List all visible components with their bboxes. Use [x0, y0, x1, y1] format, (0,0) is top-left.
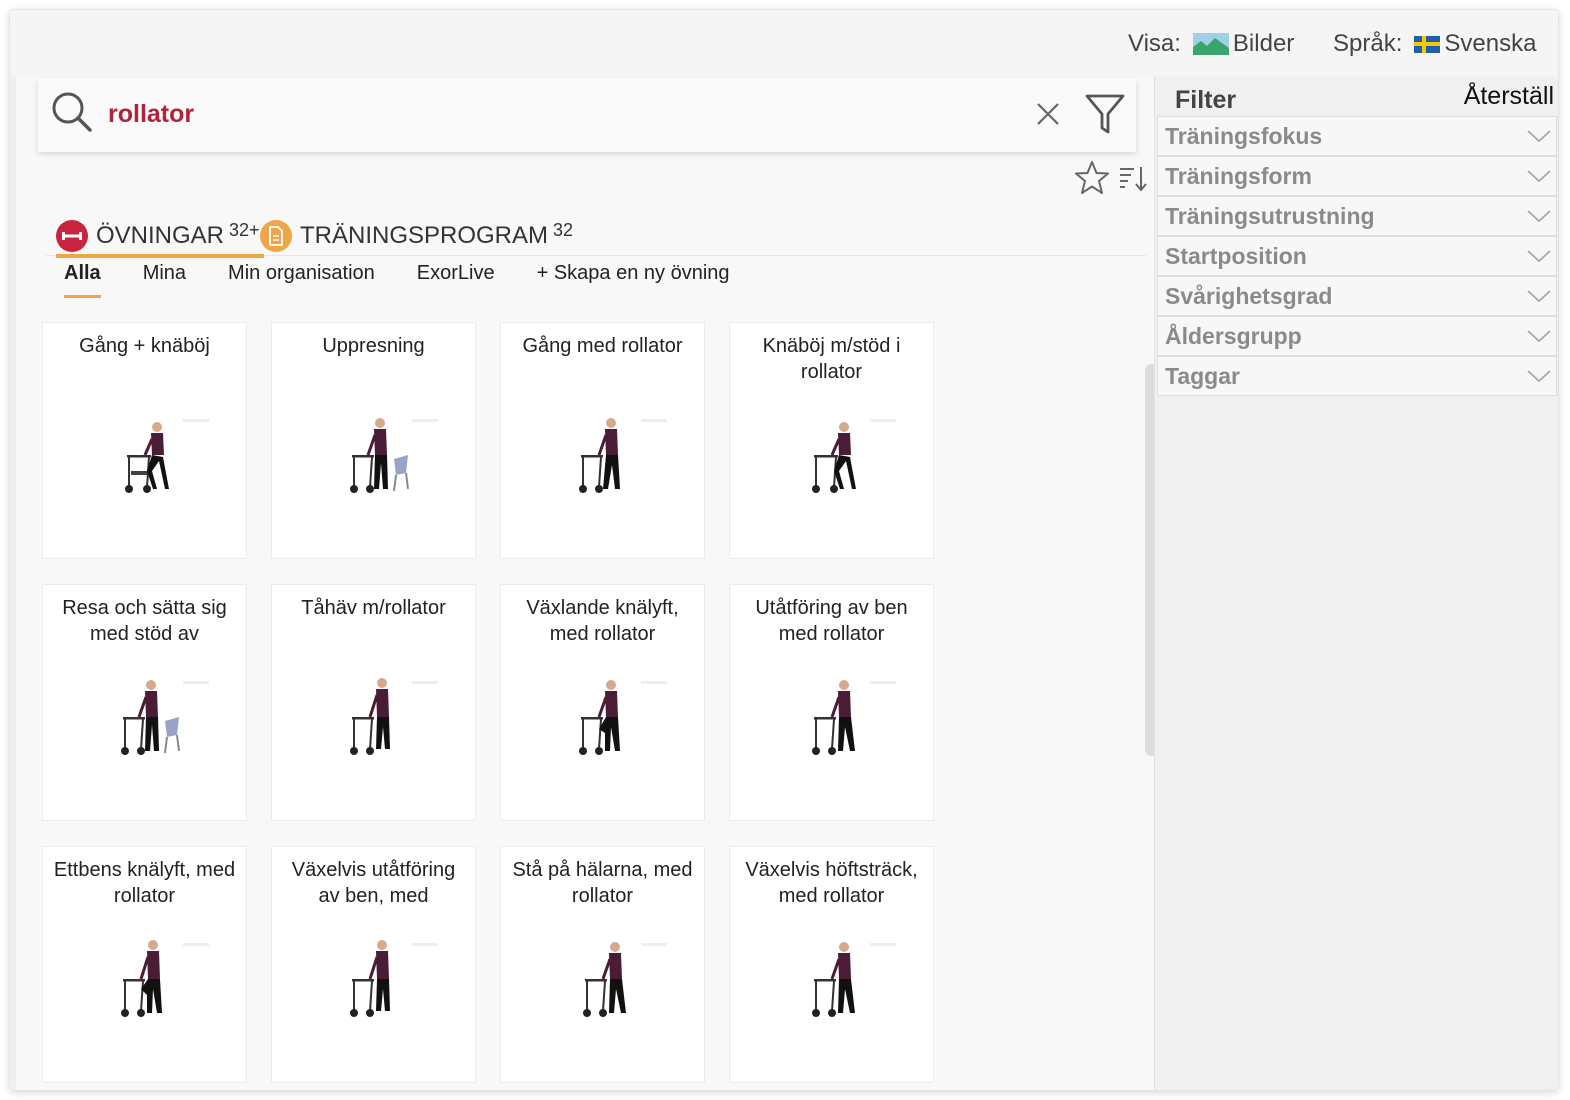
exercise-title: Växlande knälyft, med rollator	[526, 597, 679, 645]
exercise-title: Stå på hälarna, med rollator	[512, 859, 693, 907]
filter-item-label: Träningsform	[1165, 163, 1312, 189]
chevron-down-icon	[1527, 330, 1551, 343]
filter-item-aldersgrupp[interactable]: Åldersgrupp	[1157, 316, 1557, 356]
exercise-thumbnail	[121, 680, 180, 755]
subtab-min-organisation[interactable]: Min organisation	[228, 262, 375, 296]
search-bar[interactable]: rollator	[38, 78, 1136, 152]
view-selector[interactable]: Visa: Bilder	[1128, 30, 1294, 58]
tab-exercises-count: 32+	[229, 219, 260, 240]
exercise-thumbnail	[579, 680, 620, 755]
tab-programs-count: 32	[553, 219, 574, 240]
chevron-down-icon	[1527, 250, 1551, 263]
exercise-thumbnail	[125, 422, 169, 493]
filter-item-startposition[interactable]: Startposition	[1157, 236, 1557, 276]
exercise-title: Uppresning	[322, 335, 425, 357]
exercise-card[interactable]: Växelvis utåtföring av ben, med	[271, 846, 476, 1083]
subtab-alla[interactable]: Alla	[64, 262, 101, 298]
reset-button[interactable]: Återställ	[1464, 82, 1554, 111]
document-icon	[260, 220, 292, 252]
chevron-down-icon	[1527, 210, 1551, 223]
exercise-title: Tåhäv m/rollator	[301, 597, 446, 619]
tab-programs-label: TRÄNINGSPROGRAM	[300, 222, 549, 249]
filter-item-label: Startposition	[1165, 243, 1307, 269]
exercise-card[interactable]: Utåtföring av ben med rollator	[729, 584, 934, 821]
tab-exercises-label: ÖVNINGAR	[96, 222, 225, 249]
filter-item-traningsfokus[interactable]: Träningsfokus	[1157, 116, 1557, 156]
exercise-title: Knäböj m/stöd i rollator	[762, 335, 901, 383]
chevron-down-icon	[1527, 290, 1551, 303]
exercise-title: Ettbens knälyft, med rollator	[53, 859, 236, 907]
create-exercise-link[interactable]: + Skapa en ny övning	[537, 262, 730, 296]
view-label: Visa:	[1128, 30, 1181, 57]
language-label: Språk:	[1333, 30, 1403, 57]
exercise-card[interactable]: Resa och sätta sig med stöd av	[42, 584, 247, 821]
exercise-thumbnail	[121, 940, 162, 1017]
exercise-title: Växelvis utåtföring av ben, med	[291, 859, 456, 907]
funnel-icon[interactable]	[1084, 92, 1126, 138]
dumbbell-icon	[56, 220, 88, 252]
exercise-card[interactable]: Gång + knäböj	[42, 322, 247, 559]
filter-item-label: Träningsutrustning	[1165, 203, 1375, 229]
exercise-title: Gång + knäböj	[79, 335, 210, 357]
filter-panel: Filter Återställ Träningsfokus Träningsf…	[1154, 76, 1558, 1090]
close-icon[interactable]	[1034, 100, 1062, 128]
star-icon[interactable]	[1074, 160, 1110, 196]
subtab-mina[interactable]: Mina	[143, 262, 186, 296]
exercise-card[interactable]: Ettbens knälyft, med rollator	[42, 846, 247, 1083]
filter-item-label: Taggar	[1165, 363, 1240, 389]
exercise-thumbnail	[812, 680, 855, 755]
filter-item-traningsutrustning[interactable]: Träningsutrustning	[1157, 196, 1557, 236]
swedish-flag-icon	[1414, 35, 1441, 53]
exercise-thumbnail	[350, 940, 390, 1017]
chevron-down-icon	[1527, 370, 1551, 383]
category-tabs: ÖVNINGAR 32+ TRÄNINGSPROGRAM 32	[46, 216, 1146, 258]
view-value: Bilder	[1232, 30, 1295, 57]
exercise-card[interactable]: Knäböj m/stöd i rollator	[729, 322, 934, 559]
tab-exercises[interactable]: ÖVNINGAR 32+	[56, 216, 264, 258]
exercise-title: Resa och sätta sig med stöd av	[62, 597, 227, 645]
filter-item-traningsform[interactable]: Träningsform	[1157, 156, 1557, 196]
exercise-card[interactable]: Tåhäv m/rollator	[271, 584, 476, 821]
filter-title: Filter	[1175, 86, 1237, 114]
filter-item-label: Träningsfokus	[1165, 123, 1323, 149]
exercise-title: Växelvis höftsträck, med rollator	[745, 859, 918, 907]
chevron-down-icon	[1527, 130, 1551, 143]
exercise-thumbnail	[579, 418, 620, 493]
exercise-thumbnail	[812, 422, 856, 493]
exercise-card[interactable]: Stå på hälarna, med rollator	[500, 846, 705, 1083]
app-window: Visa: Bilder Språk: Svenska rollator ÖVN…	[10, 10, 1558, 1090]
language-selector[interactable]: Språk: Svenska	[1333, 30, 1536, 58]
exercise-card[interactable]: Växlande knälyft, med rollator	[500, 584, 705, 821]
filter-item-label: Åldersgrupp	[1165, 323, 1302, 349]
exercise-card[interactable]: Uppresning	[271, 322, 476, 559]
tab-programs[interactable]: TRÄNINGSPROGRAM 32	[260, 216, 573, 256]
search-icon	[52, 92, 92, 132]
exercise-thumbnail	[812, 942, 855, 1017]
subtab-exorlive[interactable]: ExorLive	[417, 262, 495, 296]
main-content: rollator ÖVNINGAR 32+ TRÄNINGSPROGRAM 32…	[16, 76, 1158, 1090]
language-value: Svenska	[1444, 30, 1537, 57]
exercise-title: Utåtföring av ben med rollator	[755, 597, 908, 645]
exercise-title: Gång med rollator	[522, 335, 683, 357]
exercise-thumbnail	[350, 418, 409, 493]
top-bar: Visa: Bilder Språk: Svenska	[10, 10, 1558, 76]
filter-item-svarighetsgrad[interactable]: Svårighetsgrad	[1157, 276, 1557, 316]
filter-item-taggar[interactable]: Taggar	[1157, 356, 1557, 396]
sub-tabs: Alla Mina Min organisation ExorLive + Sk…	[64, 262, 772, 298]
chevron-down-icon	[1527, 170, 1551, 183]
exercise-card[interactable]: Växelvis höftsträck, med rollator	[729, 846, 934, 1083]
search-input[interactable]: rollator	[108, 100, 194, 129]
exercise-thumbnail	[350, 678, 390, 755]
image-view-icon	[1192, 33, 1229, 55]
filter-item-label: Svårighetsgrad	[1165, 283, 1333, 309]
exercise-card[interactable]: Gång med rollator	[500, 322, 705, 559]
exercise-thumbnail	[583, 942, 626, 1017]
sort-icon[interactable]	[1118, 164, 1148, 194]
